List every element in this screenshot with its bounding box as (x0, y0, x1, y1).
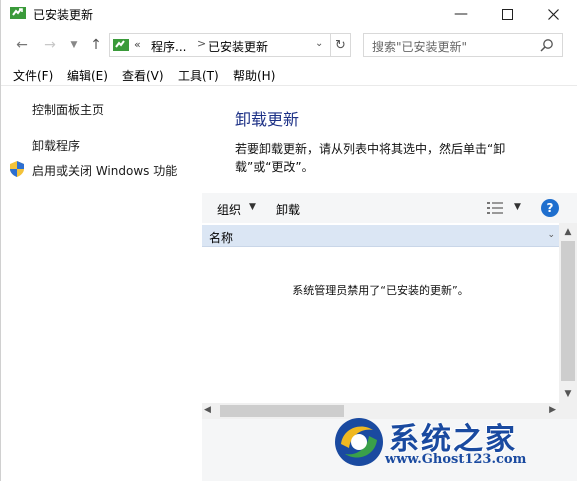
view-options-chevron-icon[interactable]: ▼ (514, 202, 521, 212)
page-title: 卸载更新 (235, 110, 300, 129)
chevron-down-icon[interactable]: ⌄ (315, 38, 323, 49)
help-button[interactable]: ? (541, 199, 559, 217)
maximize-button[interactable] (484, 0, 530, 28)
menu-help[interactable]: 帮助(H) (233, 67, 275, 84)
close-button[interactable] (530, 0, 576, 28)
title-bar: 已安装更新 — (1, 0, 577, 28)
uninstall-program-link[interactable]: 卸载程序 (32, 137, 80, 154)
chevron-down-icon[interactable]: ⌄ (547, 230, 555, 240)
command-bar: 组织 ▼ 卸载 ▼ ? (202, 193, 577, 223)
menu-tools[interactable]: 工具(T) (178, 67, 219, 84)
close-icon (547, 8, 559, 20)
menu-file[interactable]: 文件(F) (13, 67, 53, 84)
menu-edit[interactable]: 编辑(E) (67, 67, 108, 84)
breadcrumb-installed-updates[interactable]: 已安装更新 (208, 38, 268, 55)
search-icon (540, 39, 553, 52)
arrow-right-icon: → (44, 37, 56, 53)
installed-updates-icon (113, 39, 129, 51)
control-panel-home-link[interactable]: 控制面板主页 (32, 101, 104, 118)
back-button[interactable]: ← (13, 36, 31, 54)
minimize-icon: — (454, 6, 468, 22)
column-name-label: 名称 (209, 231, 234, 245)
uninstall-button[interactable]: 卸载 (276, 201, 300, 218)
menu-bar: 文件(F) 编辑(E) 查看(V) 工具(T) 帮助(H) (1, 64, 577, 86)
up-button[interactable]: ↑ (87, 36, 105, 54)
scroll-up-icon[interactable]: ▲ (559, 223, 577, 241)
ghost-logo-icon (335, 418, 383, 466)
refresh-icon: ↻ (335, 37, 346, 53)
search-box[interactable]: 搜索"已安装更新" (363, 33, 563, 57)
arrow-up-icon: ↑ (90, 37, 102, 53)
minimize-button[interactable]: — (438, 0, 484, 28)
windows-features-link[interactable]: 启用或关闭 Windows 功能 (32, 162, 177, 179)
window: 已安装更新 — ← → ▼ ↑ « 程序... > 已安装更新 ⌄ ↻ 搜索"已… (0, 0, 577, 481)
forward-button[interactable]: → (41, 36, 59, 54)
page-description: 若要卸载更新，请从列表中将其选中，然后单击“卸载”或“更改”。 (235, 142, 506, 174)
window-title: 已安装更新 (33, 8, 94, 22)
chevron-down-icon: ▼ (70, 40, 78, 50)
watermark-url: www.Ghost123.com (385, 452, 527, 467)
refresh-button[interactable]: ↻ (331, 33, 351, 57)
navigation-bar: ← → ▼ ↑ « 程序... > 已安装更新 ⌄ ↻ 搜索"已安装更新" (1, 30, 577, 60)
address-bar[interactable]: « 程序... > 已安装更新 ⌄ (109, 33, 331, 57)
overflow-chevron[interactable]: « (134, 38, 141, 51)
breadcrumb-separator[interactable]: > (197, 37, 206, 50)
chevron-down-icon[interactable]: ▼ (249, 202, 256, 212)
maximize-icon (501, 8, 513, 20)
scroll-down-icon[interactable]: ▼ (559, 385, 577, 403)
breadcrumb-programs[interactable]: 程序... (151, 38, 186, 55)
scroll-thumb[interactable] (561, 241, 575, 381)
scroll-left-icon[interactable]: ◀ (204, 405, 211, 415)
updates-list[interactable] (202, 223, 559, 403)
recent-locations-button[interactable]: ▼ (65, 36, 83, 54)
menu-view[interactable]: 查看(V) (122, 67, 164, 84)
scroll-thumb[interactable] (220, 405, 344, 417)
installed-updates-icon (10, 7, 26, 19)
details-view-icon[interactable] (487, 201, 503, 215)
column-header-name[interactable]: 名称 ⌄ (202, 225, 559, 247)
search-placeholder: 搜索"已安装更新" (372, 40, 468, 54)
vertical-scrollbar[interactable]: ▲ ▼ (559, 223, 577, 403)
organize-button[interactable]: 组织 (217, 201, 241, 218)
arrow-left-icon: ← (16, 37, 28, 53)
empty-list-message: 系统管理员禁用了“已安装的更新”。 (292, 284, 469, 297)
watermark: 系统之家 www.Ghost123.com (331, 412, 571, 474)
uac-shield-icon (10, 161, 24, 177)
